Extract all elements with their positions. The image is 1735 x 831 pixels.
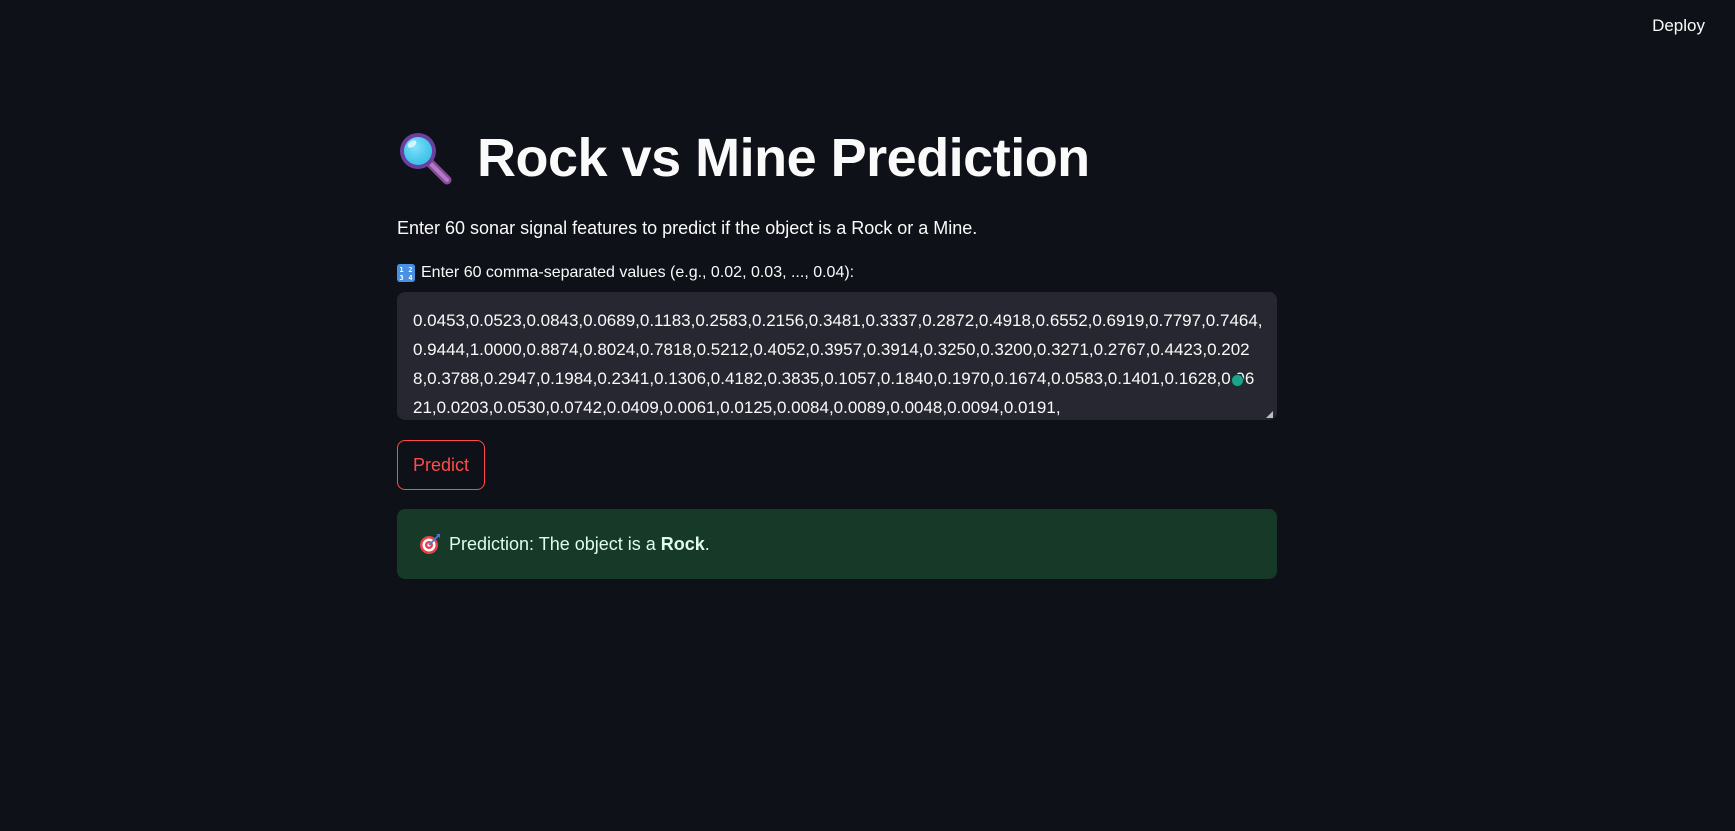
- deploy-button[interactable]: Deploy: [1644, 12, 1713, 40]
- main-content: Rock vs Mine Prediction Enter 60 sonar s…: [397, 118, 1277, 579]
- prediction-result-alert: Prediction: The object is a Rock.: [397, 509, 1277, 579]
- predict-button[interactable]: Predict: [397, 440, 486, 490]
- svg-text:4: 4: [408, 274, 412, 282]
- svg-text:2: 2: [408, 266, 412, 274]
- result-suffix: .: [704, 533, 710, 554]
- title-row: Rock vs Mine Prediction: [397, 118, 1277, 198]
- cursor-indicator: [1231, 374, 1244, 387]
- target-icon: [420, 534, 440, 554]
- app-root: Deploy Rock vs Mine Prediction Enter 60: [0, 0, 1735, 831]
- numbers-icon: 1 2 3 4: [397, 264, 415, 282]
- features-textarea[interactable]: 0.0453,0.0523,0.0843,0.0689,0.1183,0.258…: [397, 292, 1277, 420]
- svg-text:3: 3: [399, 274, 403, 282]
- magnifying-glass-icon: [400, 133, 452, 185]
- result-prefix: Prediction: The object is a: [449, 533, 661, 554]
- input-label-text: Enter 60 comma-separated values (e.g., 0…: [421, 264, 855, 281]
- page-subtitle: Enter 60 sonar signal features to predic…: [397, 218, 978, 238]
- svg-text:1: 1: [399, 266, 403, 274]
- page-title: Rock vs Mine Prediction: [477, 128, 1090, 188]
- result-value: Rock: [660, 533, 705, 554]
- input-label: 1 2 3 4 Enter 60 comma-separated values …: [397, 264, 1277, 282]
- features-textarea-value[interactable]: 0.0453,0.0523,0.0843,0.0689,0.1183,0.258…: [413, 306, 1263, 420]
- resize-handle[interactable]: [1266, 411, 1273, 418]
